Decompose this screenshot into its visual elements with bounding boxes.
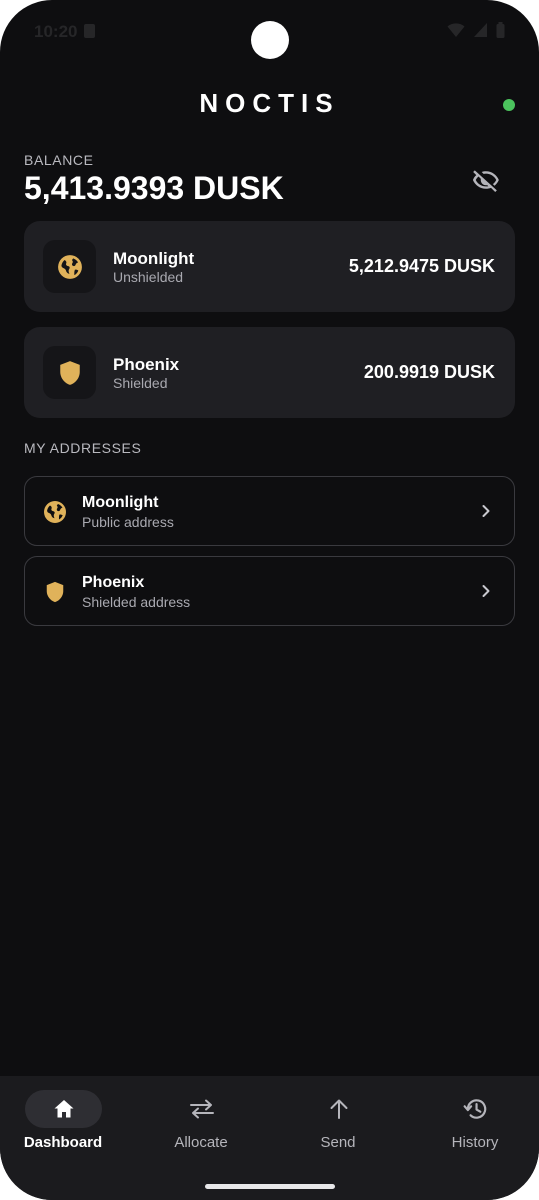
balance-value: 5,413.9393 DUSK <box>24 170 284 206</box>
history-icon <box>463 1099 486 1119</box>
bottom-navigation: Dashboard Allocate Send History <box>0 1076 539 1200</box>
address-row-moonlight[interactable]: Moonlight Public address <box>24 476 515 546</box>
addresses-section-label: MY ADDRESSES <box>24 440 142 456</box>
battery-icon <box>496 22 505 38</box>
connection-status-dot <box>503 99 515 111</box>
account-card-moonlight[interactable]: Moonlight Unshielded 5,212.9475 DUSK <box>24 221 515 312</box>
account-icon-box <box>43 346 96 399</box>
account-subtitle: Unshielded <box>113 269 184 285</box>
toggle-balance-visibility-button[interactable] <box>470 164 502 196</box>
address-subtitle: Public address <box>82 514 174 530</box>
nav-label: History <box>451 1134 499 1151</box>
arrow-up-icon <box>330 1099 347 1119</box>
balance-label: BALANCE <box>24 152 94 168</box>
nav-tab-dashboard[interactable]: Dashboard <box>8 1090 118 1170</box>
nav-icon-wrap <box>300 1090 377 1128</box>
eye-off-icon <box>472 170 499 193</box>
globe-icon <box>44 501 66 523</box>
nav-tab-history[interactable]: History <box>420 1090 530 1170</box>
chevron-right-icon <box>482 505 490 517</box>
home-icon <box>54 1100 73 1118</box>
address-icon-wrap <box>42 579 68 605</box>
address-icon-wrap <box>42 499 68 525</box>
wifi-icon <box>447 23 465 37</box>
address-name: Moonlight <box>82 494 159 511</box>
nav-label: Dashboard <box>23 1134 103 1151</box>
address-name: Phoenix <box>82 574 145 591</box>
camera-cutout <box>251 21 289 59</box>
nav-tab-allocate[interactable]: Allocate <box>146 1090 256 1170</box>
app-title: NOCTIS <box>199 88 340 118</box>
globe-icon <box>57 254 82 279</box>
account-amount: 200.9919 DUSK <box>363 362 495 382</box>
account-card-phoenix[interactable]: Phoenix Shielded 200.9919 DUSK <box>24 327 515 418</box>
account-name: Phoenix <box>113 355 180 374</box>
account-name: Moonlight <box>113 249 195 268</box>
shield-icon <box>59 360 80 385</box>
account-amount: 5,212.9475 DUSK <box>348 256 495 276</box>
nav-icon-wrap <box>437 1090 514 1128</box>
phone-screen: 10:20 NOCTIS BALANCE 5,413.9393 DUSK Moo… <box>0 0 539 1200</box>
shield-icon <box>46 581 64 603</box>
nav-label: Allocate <box>174 1134 228 1151</box>
nav-label: Send <box>320 1134 356 1151</box>
address-subtitle: Shielded address <box>82 594 191 610</box>
nav-tab-send[interactable]: Send <box>283 1090 393 1170</box>
status-icons <box>447 22 505 38</box>
account-icon-box <box>43 240 96 293</box>
sim-card-icon <box>84 24 95 38</box>
nav-icon-wrap <box>163 1090 240 1128</box>
account-subtitle: Shielded <box>113 375 168 391</box>
status-time: 10:20 <box>34 22 78 41</box>
home-indicator[interactable] <box>205 1184 335 1189</box>
chevron-right-icon <box>482 585 490 597</box>
nav-active-indicator <box>25 1090 102 1128</box>
swap-arrows-icon <box>189 1099 214 1119</box>
cell-signal-icon <box>474 23 487 37</box>
address-row-phoenix[interactable]: Phoenix Shielded address <box>24 556 515 626</box>
